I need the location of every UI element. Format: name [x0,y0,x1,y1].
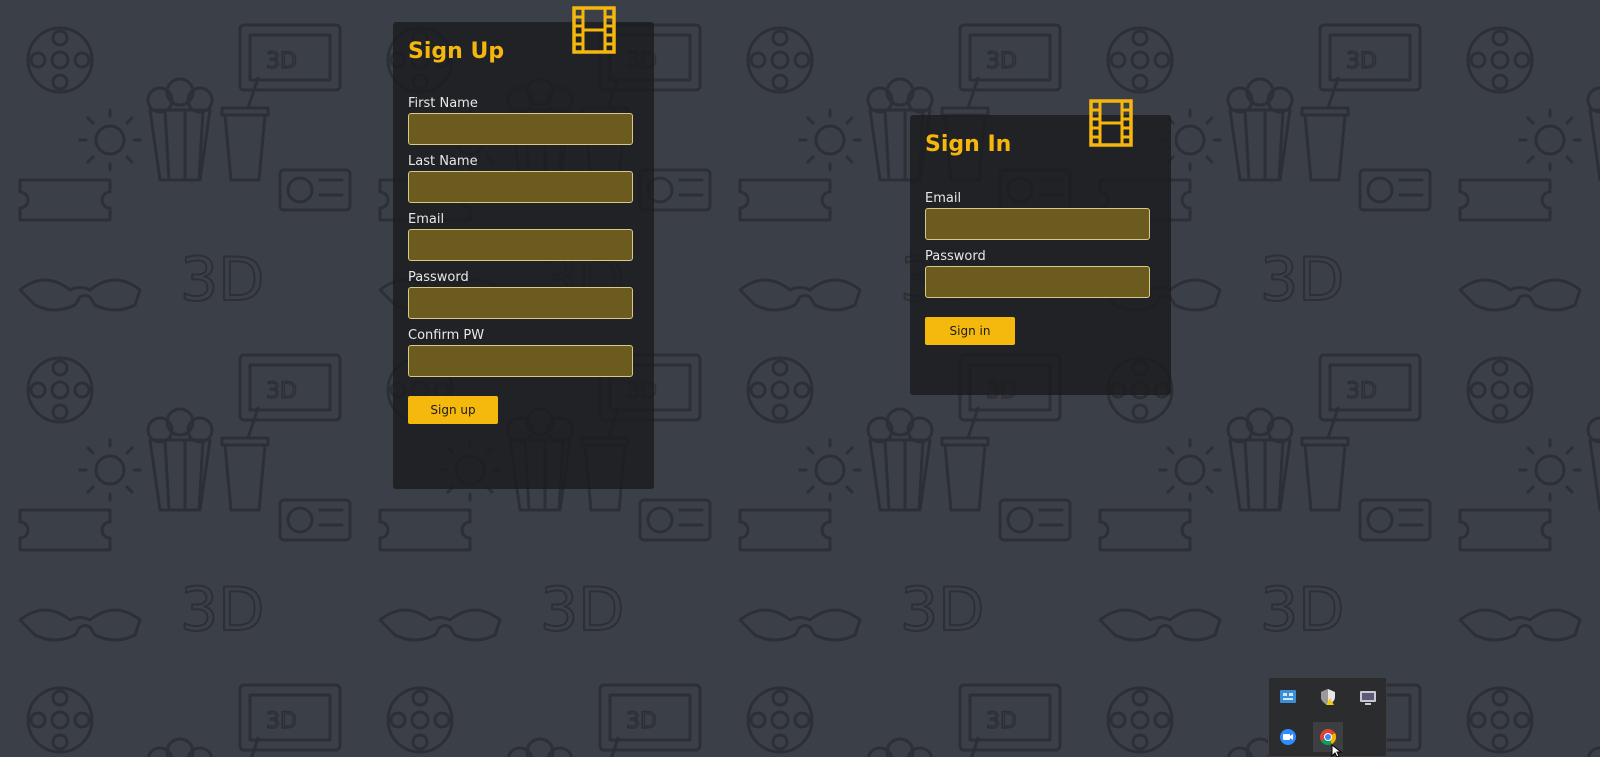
signin-email-label: Email [925,191,962,206]
signin-password-field: Password [925,249,1156,298]
last-name-label: Last Name [408,154,478,169]
sign-in-button[interactable]: Sign in [925,317,1015,345]
signup-password-field: Password [408,270,639,319]
first-name-field: First Name [408,96,639,145]
confirm-password-field: Confirm PW [408,328,639,377]
signup-email-label: Email [408,212,445,227]
signin-email-input[interactable] [925,208,1150,240]
mouse-cursor-icon [1331,744,1343,757]
signin-password-input[interactable] [925,266,1150,298]
confirm-password-input[interactable] [408,345,633,377]
signup-email-input[interactable] [408,229,633,261]
last-name-input[interactable] [408,171,633,203]
system-tray-overflow [1268,677,1387,757]
last-name-field: Last Name [408,154,639,203]
signin-password-label: Password [925,249,986,264]
signin-email-field: Email [925,191,1156,240]
confirm-password-label: Confirm PW [408,328,485,343]
security-shield-icon[interactable] [1313,682,1343,712]
network-monitor-icon[interactable] [1273,682,1303,712]
signup-password-input[interactable] [408,287,633,319]
display-icon[interactable] [1353,682,1383,712]
sign-in-form: Email Password Sign in [925,191,1156,345]
film-strip-icon [572,6,616,54]
sign-up-button[interactable]: Sign up [408,396,498,424]
signup-password-label: Password [408,270,469,285]
sign-in-card: Sign In Email Password Sign in [910,99,1171,395]
film-strip-icon [1089,99,1133,147]
background-pattern: 3D 3D [0,0,1600,757]
zoom-icon[interactable] [1273,722,1303,752]
first-name-label: First Name [408,96,478,111]
sign-up-form: First Name Last Name Email Password Conf… [408,96,639,424]
signup-email-field: Email [408,212,639,261]
sign-up-card: Sign Up First Name Last Name Email Passw… [393,6,654,489]
first-name-input[interactable] [408,113,633,145]
